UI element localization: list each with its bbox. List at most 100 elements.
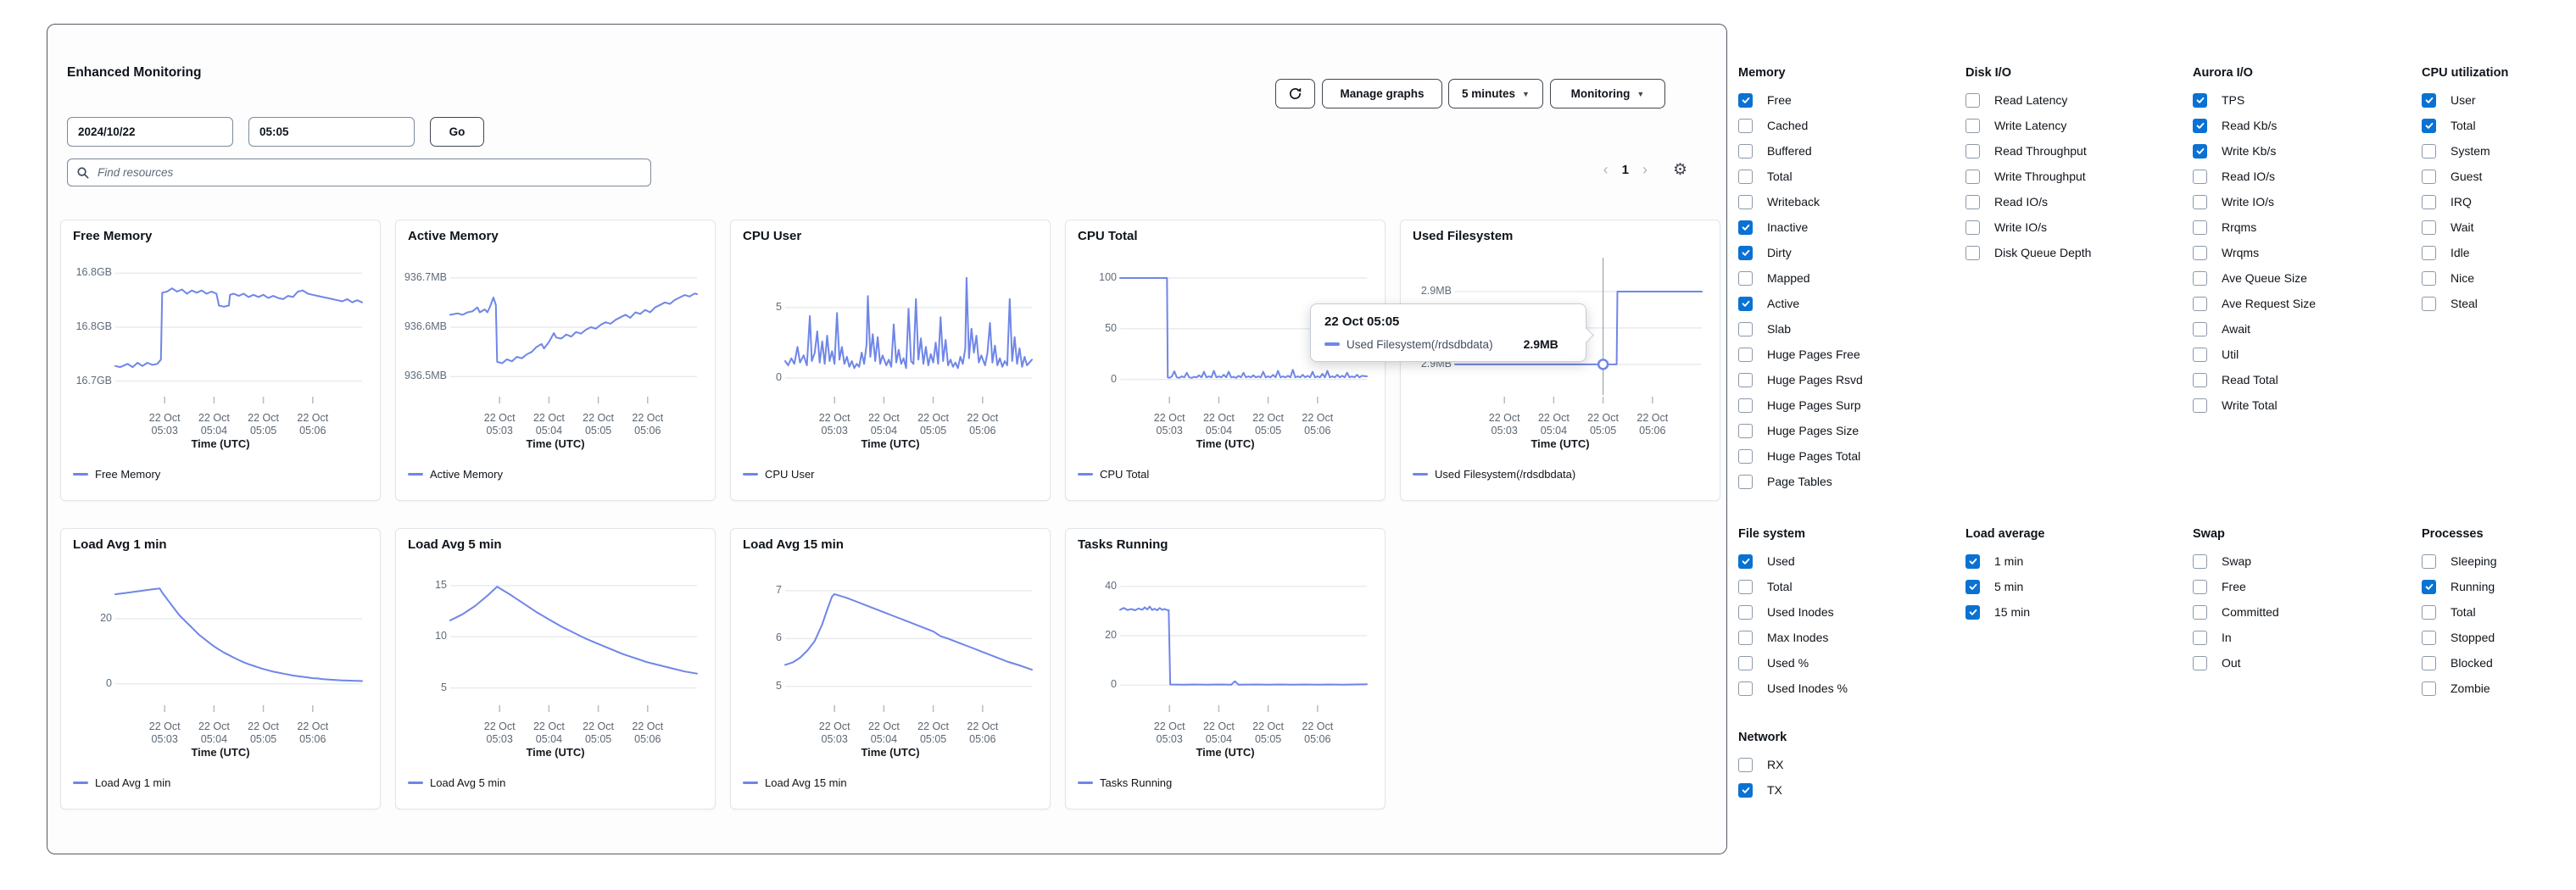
metric-label[interactable]: Read Throughput xyxy=(1994,144,2087,158)
monitoring-dropdown[interactable]: Monitoring ▼ xyxy=(1550,79,1665,108)
checkbox-idle[interactable] xyxy=(2422,245,2436,260)
metric-label[interactable]: RX xyxy=(1767,758,1783,771)
checkbox-cached[interactable] xyxy=(1738,118,1753,133)
checkbox-write-latency[interactable] xyxy=(1965,118,1980,133)
metric-row-total[interactable]: Total xyxy=(1738,574,1959,599)
metric-row-committed[interactable]: Committed xyxy=(2193,599,2413,625)
metric-row-write-kb-s[interactable]: Write Kb/s xyxy=(2193,138,2413,164)
metric-label[interactable]: Used Inodes xyxy=(1767,605,1834,619)
chart-plot-area[interactable] xyxy=(408,566,703,724)
metric-row-buffered[interactable]: Buffered xyxy=(1738,138,1959,164)
checkbox-used-inodes[interactable] xyxy=(1738,681,1753,696)
metric-label[interactable]: Committed xyxy=(2222,605,2279,619)
metric-row-page-tables[interactable]: Page Tables xyxy=(1738,469,1959,494)
metric-label[interactable]: Max Inodes xyxy=(1767,631,1828,644)
metric-row-write-io-s[interactable]: Write IO/s xyxy=(1965,214,2186,240)
metric-label[interactable]: IRQ xyxy=(2451,195,2472,209)
checkbox-irq[interactable] xyxy=(2422,194,2436,209)
metric-label[interactable]: Steal xyxy=(2451,297,2478,310)
metric-row-sleeping[interactable]: Sleeping xyxy=(2422,548,2576,574)
metric-label[interactable]: Util xyxy=(2222,348,2239,361)
metric-label[interactable]: Swap xyxy=(2222,554,2251,568)
chart-plot-area[interactable] xyxy=(743,258,1038,415)
checkbox-total[interactable] xyxy=(2422,604,2436,620)
metric-row-total[interactable]: Total xyxy=(2422,113,2576,138)
checkbox-sleeping[interactable] xyxy=(2422,553,2436,569)
metric-label[interactable]: User xyxy=(2451,93,2476,107)
metric-row-zombie[interactable]: Zombie xyxy=(2422,676,2576,701)
metric-row-huge-pages-free[interactable]: Huge Pages Free xyxy=(1738,342,1959,367)
interval-dropdown[interactable]: 5 minutes ▼ xyxy=(1448,79,1543,108)
metric-label[interactable]: Cached xyxy=(1767,119,1808,132)
metric-row-inactive[interactable]: Inactive xyxy=(1738,214,1959,240)
checkbox-write-throughput[interactable] xyxy=(1965,169,1980,184)
chart-plot-area[interactable] xyxy=(73,258,368,415)
metric-row-huge-pages-rsvd[interactable]: Huge Pages Rsvd xyxy=(1738,367,1959,392)
checkbox-1-min[interactable] xyxy=(1965,553,1980,569)
checkbox-5-min[interactable] xyxy=(1965,579,1980,594)
checkbox-system[interactable] xyxy=(2422,143,2436,159)
metric-row-total[interactable]: Total xyxy=(2422,599,2576,625)
checkbox-write-io-s[interactable] xyxy=(2193,194,2207,209)
metric-row-user[interactable]: User xyxy=(2422,87,2576,113)
current-page-number[interactable]: 1 xyxy=(1622,163,1629,177)
metric-label[interactable]: Sleeping xyxy=(2451,554,2497,568)
checkbox-huge-pages-free[interactable] xyxy=(1738,347,1753,362)
checkbox-wrqms[interactable] xyxy=(2193,245,2207,260)
metric-label[interactable]: Write Latency xyxy=(1994,119,2066,132)
metric-row-ave-queue-size[interactable]: Ave Queue Size xyxy=(2193,265,2413,291)
checkbox-used[interactable] xyxy=(1738,655,1753,670)
metric-row-read-io-s[interactable]: Read IO/s xyxy=(1965,189,2186,214)
metric-row-max-inodes[interactable]: Max Inodes xyxy=(1738,625,1959,650)
checkbox-total[interactable] xyxy=(1738,579,1753,594)
metric-row-await[interactable]: Await xyxy=(2193,316,2413,342)
metric-row-writeback[interactable]: Writeback xyxy=(1738,189,1959,214)
metric-row-used[interactable]: Used xyxy=(1738,548,1959,574)
checkbox-running[interactable] xyxy=(2422,579,2436,594)
metric-row-write-io-s[interactable]: Write IO/s xyxy=(2193,189,2413,214)
metric-label[interactable]: Huge Pages Size xyxy=(1767,424,1859,437)
metric-label[interactable]: Free xyxy=(1767,93,1792,107)
metric-label[interactable]: Idle xyxy=(2451,246,2470,259)
metric-row-1-min[interactable]: 1 min xyxy=(1965,548,2186,574)
chart-plot-area[interactable] xyxy=(408,258,703,415)
checkbox-tps[interactable] xyxy=(2193,92,2207,108)
search-box[interactable] xyxy=(67,159,651,186)
checkbox-write-total[interactable] xyxy=(2193,398,2207,413)
metric-label[interactable]: 5 min xyxy=(1994,580,2023,593)
metric-label[interactable]: Slab xyxy=(1767,322,1791,336)
checkbox-await[interactable] xyxy=(2193,321,2207,337)
checkbox-huge-pages-size[interactable] xyxy=(1738,423,1753,438)
checkbox-wait[interactable] xyxy=(2422,220,2436,235)
checkbox-ave-queue-size[interactable] xyxy=(2193,270,2207,286)
metric-row-util[interactable]: Util xyxy=(2193,342,2413,367)
checkbox-zombie[interactable] xyxy=(2422,681,2436,696)
metric-row-total[interactable]: Total xyxy=(1738,164,1959,189)
metric-label[interactable]: Rrqms xyxy=(2222,220,2256,234)
metric-row-tps[interactable]: TPS xyxy=(2193,87,2413,113)
metric-row-stopped[interactable]: Stopped xyxy=(2422,625,2576,650)
checkbox-dirty[interactable] xyxy=(1738,245,1753,260)
chart-plot-area[interactable] xyxy=(73,566,368,724)
checkbox-read-kb-s[interactable] xyxy=(2193,118,2207,133)
metric-row-read-total[interactable]: Read Total xyxy=(2193,367,2413,392)
metric-row-read-latency[interactable]: Read Latency xyxy=(1965,87,2186,113)
metric-row-free[interactable]: Free xyxy=(2193,574,2413,599)
metric-row-write-throughput[interactable]: Write Throughput xyxy=(1965,164,2186,189)
checkbox-total[interactable] xyxy=(2422,118,2436,133)
checkbox-free[interactable] xyxy=(1738,92,1753,108)
checkbox-huge-pages-rsvd[interactable] xyxy=(1738,372,1753,387)
metric-row-read-io-s[interactable]: Read IO/s xyxy=(2193,164,2413,189)
metric-label[interactable]: Ave Request Size xyxy=(2222,297,2316,310)
metric-label[interactable]: Inactive xyxy=(1767,220,1808,234)
checkbox-rrqms[interactable] xyxy=(2193,220,2207,235)
metric-label[interactable]: Huge Pages Total xyxy=(1767,449,1860,463)
metric-row-blocked[interactable]: Blocked xyxy=(2422,650,2576,676)
checkbox-nice[interactable] xyxy=(2422,270,2436,286)
metric-label[interactable]: Total xyxy=(2451,605,2476,619)
metric-row-write-total[interactable]: Write Total xyxy=(2193,392,2413,418)
checkbox-used-inodes[interactable] xyxy=(1738,604,1753,620)
previous-page-button[interactable]: ‹ xyxy=(1603,161,1609,179)
checkbox-out[interactable] xyxy=(2193,655,2207,670)
metric-label[interactable]: Total xyxy=(2451,119,2476,132)
